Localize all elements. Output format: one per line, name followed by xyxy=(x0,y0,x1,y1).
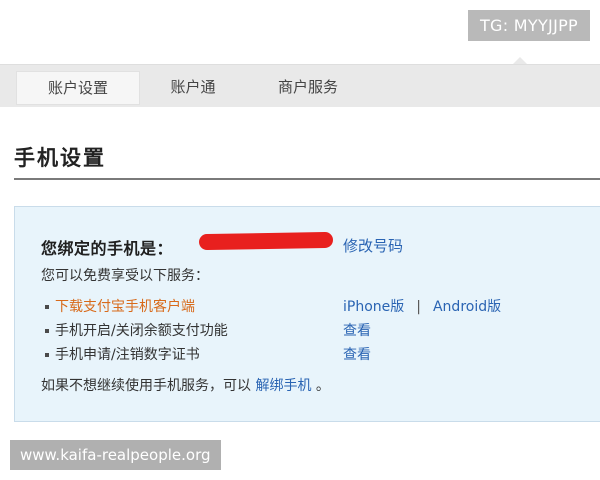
digital-certificate-text: 手机申请/注销数字证书 xyxy=(55,347,200,363)
tab-account-pass[interactable]: 账户通 xyxy=(148,71,238,103)
phone-info-panel: 您绑定的手机是： 修改号码 您可以免费享受以下服务： 下载支付宝手机客户端 iP… xyxy=(14,206,600,422)
view-balance-payment-link[interactable]: 查看 xyxy=(343,321,371,341)
tab-merchant-services[interactable]: 商户服务 xyxy=(260,71,356,103)
modify-number-link[interactable]: 修改号码 xyxy=(343,235,403,256)
title-divider xyxy=(14,178,600,180)
link-separator: | xyxy=(416,299,421,315)
unbind-phone-link[interactable]: 解绑手机 xyxy=(255,378,311,394)
bullet-icon xyxy=(45,305,49,309)
android-version-link[interactable]: Android版 xyxy=(433,299,501,315)
bullet-icon xyxy=(45,353,49,357)
service-row-digital-certificate: 手机申请/注销数字证书 查看 xyxy=(41,345,581,365)
service-row-download-client: 下载支付宝手机客户端 iPhone版 | Android版 xyxy=(41,297,581,317)
tab-account-settings[interactable]: 账户设置 xyxy=(16,71,140,105)
unbind-notice: 如果不想继续使用手机服务，可以 解绑手机 。 xyxy=(41,375,330,395)
download-client-link[interactable]: 下载支付宝手机客户端 xyxy=(55,297,195,317)
telegram-watermark: TG: MYYJJPP xyxy=(467,10,590,41)
iphone-version-link[interactable]: iPhone版 xyxy=(343,299,404,315)
services-intro: 您可以免费享受以下服务： xyxy=(41,268,209,284)
unbind-notice-text: 如果不想继续使用手机服务，可以 xyxy=(41,378,251,394)
unbind-notice-suffix: 。 xyxy=(315,378,330,394)
bullet-icon xyxy=(45,329,49,333)
view-digital-certificate-link[interactable]: 查看 xyxy=(343,345,371,365)
bound-phone-label: 您绑定的手机是： xyxy=(41,239,174,258)
balance-payment-text: 手机开启/关闭余额支付功能 xyxy=(55,323,228,339)
redacted-phone-number xyxy=(198,231,334,251)
page-title: 手机设置 xyxy=(14,146,106,170)
service-row-balance-payment: 手机开启/关闭余额支付功能 查看 xyxy=(41,321,581,341)
site-watermark: www.kaifa-realpeople.org xyxy=(10,440,221,470)
tab-bar: 账户设置 账户通 商户服务 xyxy=(0,64,600,107)
